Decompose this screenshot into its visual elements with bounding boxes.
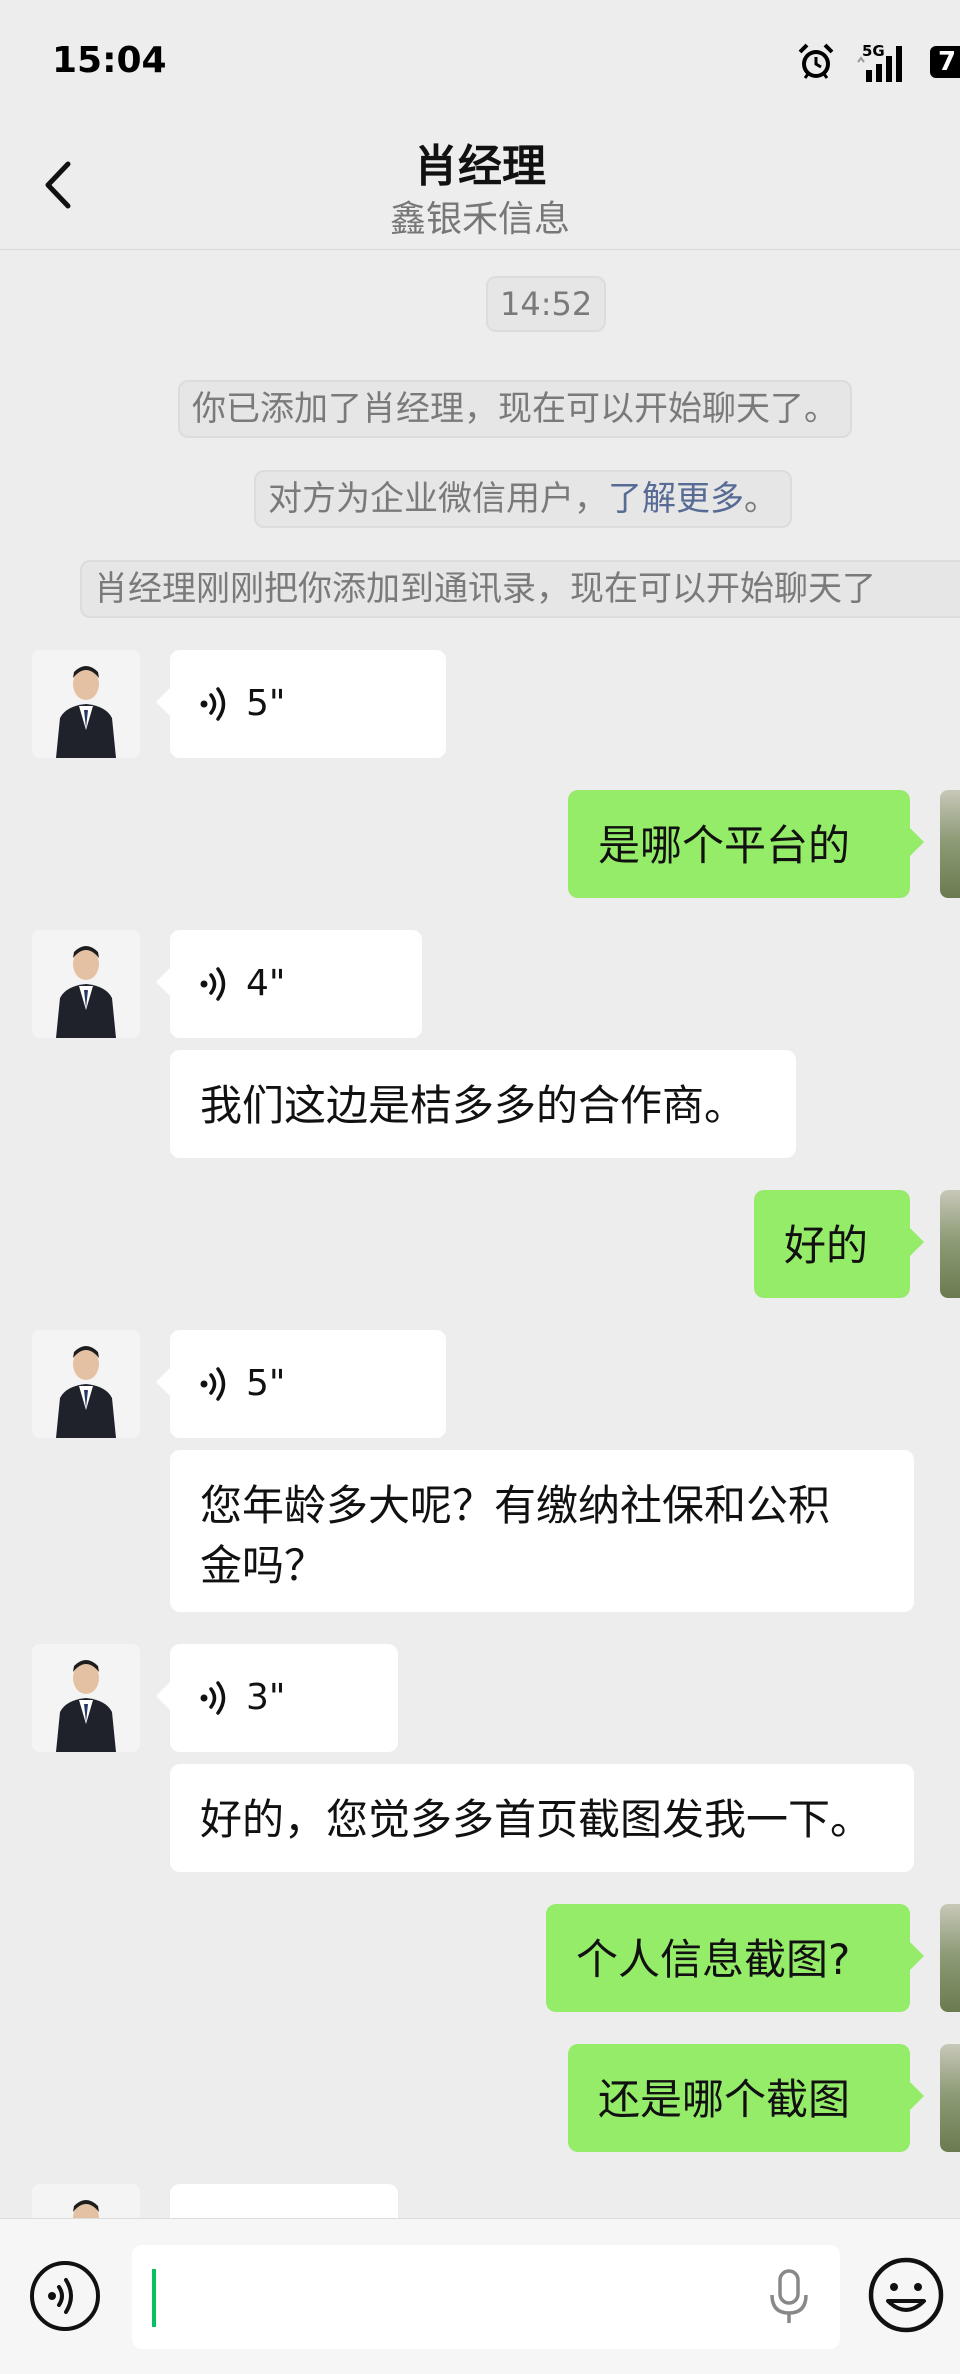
message-text: 好的 bbox=[784, 1221, 869, 1270]
battery-icon: 7 bbox=[930, 46, 960, 78]
input-bar bbox=[0, 2218, 960, 2374]
text-message[interactable]: 好的，您觉多多首页截图发我一下。 bbox=[170, 1764, 914, 1872]
contact-avatar[interactable] bbox=[32, 930, 140, 1038]
contact-avatar[interactable] bbox=[32, 650, 140, 758]
voice-duration: 4" bbox=[246, 963, 286, 1004]
text-message[interactable]: 还是哪个截图 bbox=[568, 2044, 924, 2152]
emoji-icon[interactable] bbox=[866, 2255, 946, 2335]
added-notice: 你已添加了肖经理，现在可以开始聊天了。 bbox=[178, 380, 852, 438]
voice-message[interactable]: 5" bbox=[156, 650, 446, 758]
network-label: 5G bbox=[862, 42, 885, 60]
self-avatar[interactable] bbox=[940, 1190, 960, 1298]
contact-notice: 肖经理刚刚把你添加到通讯录，现在可以开始聊天了 bbox=[80, 560, 960, 618]
voice-wave-icon bbox=[200, 1681, 226, 1715]
message-text: 您年龄多大呢？有缴纳社保和公积 金吗？ bbox=[200, 1481, 831, 1590]
contact-avatar[interactable] bbox=[32, 1644, 140, 1752]
self-avatar[interactable] bbox=[940, 1904, 960, 2012]
signal-icon: 5G bbox=[857, 42, 902, 82]
chat-header: 肖经理 鑫银禾信息 bbox=[0, 120, 960, 250]
text-caret bbox=[152, 2269, 156, 2327]
alarm-icon bbox=[798, 43, 834, 79]
voice-duration: 3" bbox=[246, 1677, 286, 1718]
voice-wave-icon bbox=[200, 967, 226, 1001]
enterprise-notice-text: 对方为企业微信用户， bbox=[268, 479, 608, 519]
message-text: 个人信息截图? bbox=[576, 1935, 851, 1984]
voice-message[interactable]: 4" bbox=[156, 930, 422, 1038]
chat-title: 肖经理 bbox=[414, 141, 546, 192]
message-timestamp: 14:52 bbox=[486, 276, 607, 332]
voice-wave-icon bbox=[200, 1367, 226, 1401]
text-message[interactable]: 个人信息截图? bbox=[546, 1904, 924, 2012]
voice-duration: 5" bbox=[246, 1363, 286, 1404]
status-icons: 5G 7 bbox=[790, 40, 960, 86]
text-message[interactable]: 您年龄多大呢？有缴纳社保和公积 金吗？ bbox=[170, 1450, 914, 1612]
chat-subtitle: 鑫银禾信息 bbox=[389, 199, 570, 240]
voice-message[interactable]: 3" bbox=[156, 1644, 398, 1752]
message-text: 是哪个平台的 bbox=[598, 821, 851, 870]
learn-more-link[interactable]: 了解更多 bbox=[608, 479, 744, 519]
contact-avatar[interactable] bbox=[32, 1330, 140, 1438]
text-message[interactable]: 我们这边是桔多多的合作商。 bbox=[170, 1050, 796, 1158]
enterprise-notice: 对方为企业微信用户，了解更多。 bbox=[254, 470, 792, 528]
voice-duration: 5" bbox=[246, 683, 286, 724]
message-input[interactable] bbox=[132, 2245, 840, 2349]
self-avatar[interactable] bbox=[940, 790, 960, 898]
message-text: 我们这边是桔多多的合作商。 bbox=[200, 1081, 747, 1130]
text-message[interactable]: 是哪个平台的 bbox=[568, 790, 924, 898]
microphone-icon[interactable] bbox=[766, 2267, 812, 2327]
self-avatar[interactable] bbox=[940, 2044, 960, 2152]
enterprise-notice-suffix: 。 bbox=[744, 479, 778, 519]
voice-toggle-icon[interactable] bbox=[28, 2259, 102, 2333]
text-message[interactable]: 好的 bbox=[754, 1190, 924, 1298]
status-bar: 15:04 5G 7 bbox=[0, 0, 960, 120]
voice-message[interactable]: 5" bbox=[156, 1330, 446, 1438]
message-text: 好的，您觉多多首页截图发我一下。 bbox=[200, 1795, 873, 1844]
message-text: 还是哪个截图 bbox=[598, 2075, 851, 2124]
voice-wave-icon bbox=[200, 687, 226, 721]
status-time: 15:04 bbox=[52, 40, 167, 81]
